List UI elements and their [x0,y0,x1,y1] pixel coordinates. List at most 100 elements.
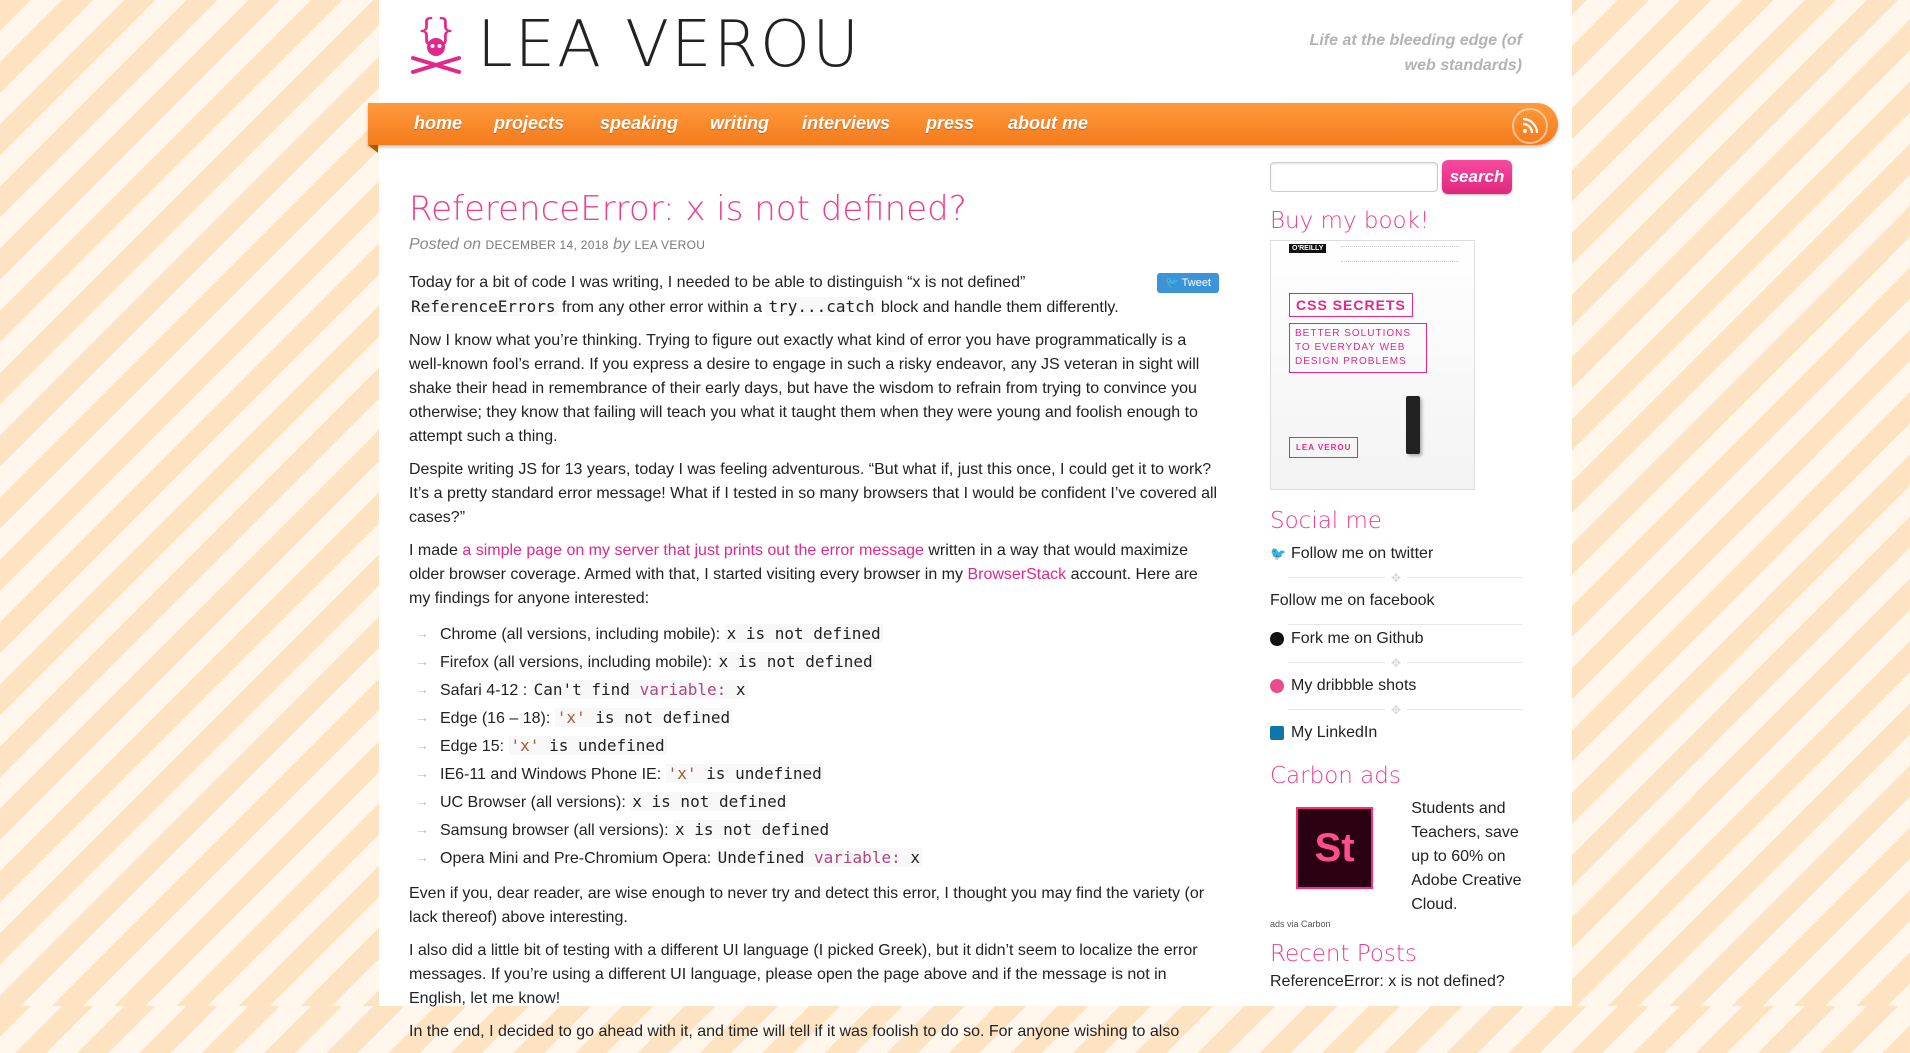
search-button[interactable]: search [1442,160,1512,194]
buy-book-heading: Buy my book! [1270,208,1430,234]
adobe-stock-logo[interactable]: St [1296,807,1374,889]
dribbble-icon [1270,679,1284,693]
list-item: → IE6-11 and Windows Phone IE: 'x' is und… [415,760,1219,788]
book-cover[interactable]: O'REILLY CSS SECRETS BETTER SOLUTIONS TO… [1270,240,1475,490]
arrow-icon: → [415,625,429,641]
arrow-icon: → [415,737,429,753]
list-item: → Edge 15: 'x' is undefined [415,732,1219,760]
carbon-heading: Carbon ads [1270,763,1401,789]
p1-text-b: from any other error within a [561,299,763,316]
post-title[interactable]: ReferenceError: x is not defined? [409,188,1219,230]
by-label: by [613,236,631,253]
publisher-logo: O'REILLY [1289,244,1327,253]
book-phone-illustration [1406,396,1420,454]
list-item: → Edge (16 – 18): 'x' is not defined [415,704,1219,732]
post-date: December 14, 2018 [485,238,609,252]
social-github[interactable]: Fork me on Github [1270,625,1522,653]
finding-code: x is not defined [630,792,789,811]
nav-speaking[interactable]: speaking [600,113,678,134]
finding-code: 'x' is undefined [665,764,824,783]
list-item: → Chrome (all versions, including mobile)… [415,620,1219,648]
finding-label: Samsung browser (all versions): [440,822,669,839]
finding-label: Firefox (all versions, including mobile)… [440,654,713,671]
recent-posts-heading: Recent Posts [1270,941,1417,967]
paragraph-7: In the end, I decided to go ahead with i… [409,1023,1180,1040]
nav-press[interactable]: press [926,113,974,134]
linkedin-icon [1270,726,1284,740]
nav-projects[interactable]: projects [494,113,564,134]
carbon-ad-text[interactable]: Students and Teachers, save up to 60% on… [1411,797,1522,917]
social-linkedin[interactable]: My LinkedIn [1270,719,1522,747]
finding-label: Safari 4-12 : [440,682,528,699]
p1-text-c: block and handle them differently. [880,299,1119,316]
p4-text-a: I made [409,542,458,559]
finding-label: Chrome (all versions, including mobile): [440,626,721,643]
paragraph-5: Even if you, dear reader, are wise enoug… [409,885,1205,926]
nav-home[interactable]: home [414,113,462,134]
nav-writing[interactable]: writing [710,113,769,134]
site-tagline: Life at the bleeding edge (of web standa… [1309,32,1522,74]
posted-on-label: Posted on [409,236,482,253]
tweet-button[interactable]: 🐦 Tweet [1157,273,1219,293]
site-logo[interactable]: {} LEA VEROU [405,10,861,80]
list-item: → Firefox (all versions, including mobile… [415,648,1219,676]
divider [1270,615,1522,625]
paragraph-1: 🐦 Tweet Today for a bit of code I was wr… [409,271,1219,320]
list-item: → Opera Mini and Pre-Chromium Opera: Unde… [415,844,1219,872]
book-blurb [1341,246,1459,262]
social-dribbble[interactable]: My dribbble shots [1270,672,1522,700]
book-author: LEA VEROU [1289,437,1359,458]
list-item: → UC Browser (all versions): x is not def… [415,788,1219,816]
social-facebook[interactable]: Follow me on facebook [1270,587,1522,615]
simple-page-link[interactable]: a simple page on my server that just pri… [462,542,924,559]
book-title: CSS SECRETS [1289,293,1413,317]
finding-label: UC Browser (all versions): [440,794,626,811]
search-input[interactable] [1270,162,1438,192]
book-subtitle: BETTER SOLUTIONS TO EVERYDAY WEB DESIGN … [1289,323,1427,373]
paragraph-2: Now I know what you’re thinking. Trying … [409,332,1200,445]
carbon-via-link[interactable]: ads via Carbon [1270,919,1522,929]
divider: ✥ [1270,653,1522,672]
finding-label: IE6-11 and Windows Phone IE: [440,766,662,783]
browserstack-link[interactable]: BrowserStack [967,566,1066,583]
logo-mark-icon: {} [411,14,461,74]
github-icon [1270,632,1284,646]
p1-code-referenceerrors: ReferenceErrors [409,297,558,316]
twitter-icon: 🐦 [1270,546,1287,561]
finding-label: Edge (16 – 18): [440,710,551,727]
social-twitter[interactable]: 🐦 Follow me on twitter [1270,540,1522,568]
nav-ribbon-fold [368,145,378,153]
arrow-icon: → [415,681,429,697]
post-meta: Posted on December 14, 2018 by Lea Verou [409,233,1219,257]
carbon-ad[interactable]: St Students and Teachers, save up to 60%… [1270,797,1522,917]
site-title: LEA VEROU [477,8,862,82]
findings-list: → Chrome (all versions, including mobile)… [409,620,1219,872]
social-heading: Social me [1270,508,1383,534]
paragraph-3: Despite writing JS for 13 years, today I… [409,461,1218,526]
arrow-icon: → [415,653,429,669]
arrow-icon: → [415,793,429,809]
recent-post-link[interactable]: ReferenceError: x is not defined? [1270,973,1522,991]
finding-code: Undefined variable: x [715,848,922,867]
finding-code: x is not defined [724,624,883,643]
finding-code: 'x' is undefined [508,736,667,755]
arrow-icon: → [415,821,429,837]
search-form: search [1270,160,1522,194]
nav-about-me[interactable]: about me [1008,113,1088,134]
arrow-icon: → [415,849,429,865]
list-item: → Samsung browser (all versions): x is no… [415,816,1219,844]
rss-icon[interactable] [1512,108,1548,144]
article: ReferenceError: x is not defined? Posted… [409,188,1219,1053]
finding-code: x is not defined [716,652,875,671]
paragraph-4: I made a simple page on my server that j… [409,539,1219,611]
finding-code: x is not defined [672,820,832,839]
p1-code-try-catch: try...catch [766,297,877,316]
list-item: → Safari 4-12 : Can't find variable: x [415,676,1219,704]
arrow-icon: → [415,765,429,781]
paragraph-6: I also did a little bit of testing with … [409,942,1198,1007]
post-author[interactable]: Lea Verou [634,238,705,252]
nav-interviews[interactable]: interviews [802,113,890,134]
tweet-label: Tweet [1181,277,1211,289]
divider: ✥ [1270,568,1522,587]
finding-code: 'x' is not defined [554,708,733,727]
